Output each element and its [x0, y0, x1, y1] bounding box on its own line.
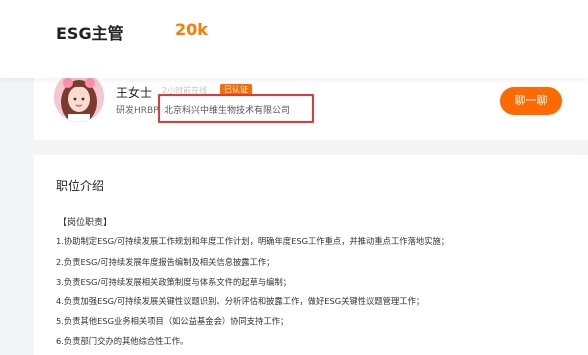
- duty-item: 4.负责加强ESG/可持续发展关键性议题识别、分析评估和披露工作，做好ESG关键…: [56, 296, 425, 306]
- duty-item: 1.协助制定ESG/可持续发展工作规划和年度工作计划，明确年度ESG工作重点，并…: [56, 236, 450, 246]
- recruiter-avatar[interactable]: [54, 72, 104, 122]
- chat-button[interactable]: 聊一聊: [500, 87, 562, 115]
- company-highlight-box: [158, 94, 314, 123]
- job-title: ESG主管: [56, 24, 124, 43]
- recruiter-role-label: 研发HRBP: [116, 106, 159, 116]
- recruiter-card: 王女士 2小时前在线 已认证 研发HRBP · 北京科兴中维生物技术有限公司 聊…: [34, 72, 588, 140]
- responsibilities-header: 【岗位职责】: [58, 218, 113, 228]
- duty-item: 6.负责部门交办的其他综合性工作。: [56, 336, 189, 346]
- recruiter-name: 王女士: [116, 86, 153, 100]
- job-description-card: 职位介绍 【岗位职责】 1.协助制定ESG/可持续发展工作规划和年度工作计划，明…: [34, 155, 588, 355]
- job-header: ESG主管 20k: [0, 0, 588, 78]
- salary: 20k: [175, 20, 208, 39]
- duty-item: 3.负责ESG/可持续发展相关政策制度与体系文件的起草与编制；: [56, 277, 292, 287]
- duty-item: 2.负责ESG/可持续发展年度报告编制及相关信息披露工作；: [56, 257, 275, 267]
- section-title: 职位介绍: [56, 179, 105, 193]
- duty-item: 5.负责其他ESG业务相关项目（如公益基金会）协同支持工作；: [56, 316, 289, 326]
- avatar-image: [54, 72, 104, 122]
